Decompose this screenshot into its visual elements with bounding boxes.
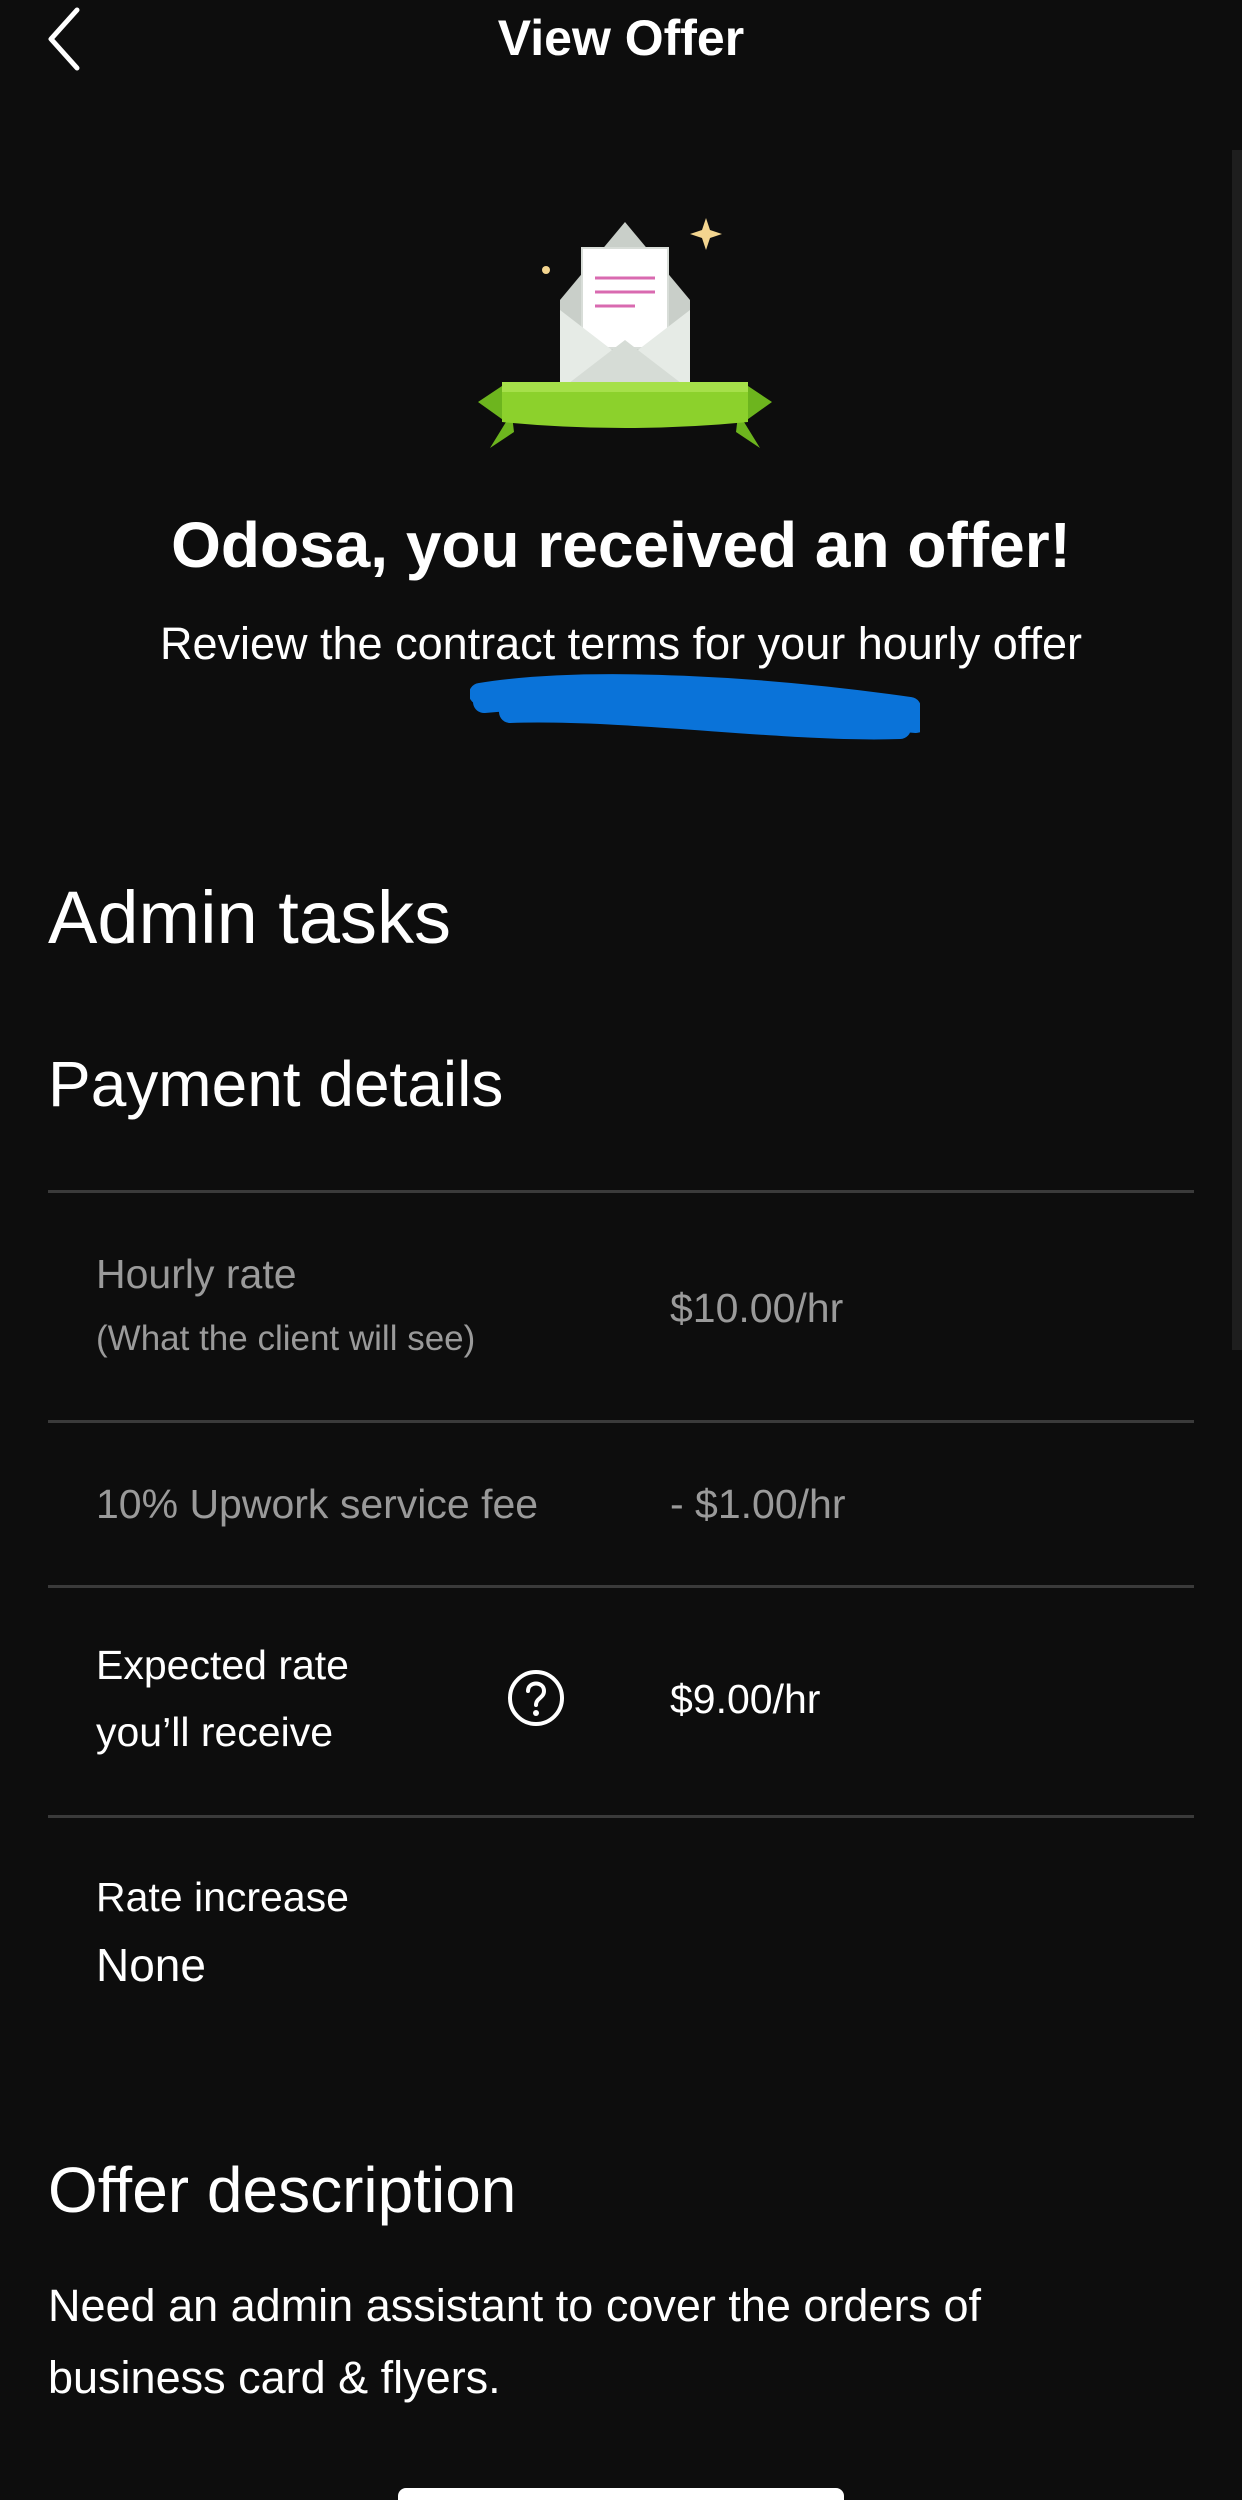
bottom-action-bar[interactable]: [398, 2488, 844, 2500]
hourly-rate-sublabel: (What the client will see): [96, 1319, 476, 1358]
offer-title: Odosa, you received an offer!: [171, 509, 1071, 581]
header: View Offer: [0, 0, 1242, 80]
offer-description-text: Need an admin assistant to cover the ord…: [48, 2280, 982, 2403]
hourly-rate-value: $10.00/hr: [670, 1285, 844, 1331]
question-circle-icon[interactable]: [506, 1668, 566, 1728]
service-fee-value: - $1.00/hr: [670, 1481, 846, 1527]
scrollbar[interactable]: [1232, 150, 1242, 1350]
redaction-scribble: [470, 674, 920, 740]
payment-details-table: Hourly rate (What the client will see) $…: [48, 1190, 1194, 2028]
hourly-rate-row: Hourly rate (What the client will see) $…: [48, 1193, 1194, 1420]
envelope-letter-icon: [478, 218, 772, 448]
payment-details-heading: Payment details: [48, 1048, 504, 1120]
rate-increase-label: Rate increase: [96, 1874, 349, 1920]
offer-subtitle-line1: Review the contract terms for your hourl…: [159, 618, 1083, 669]
expected-rate-label-line2: you’ll receive: [96, 1709, 333, 1755]
service-fee-row: 10% Upwork service fee - $1.00/hr: [48, 1423, 1194, 1585]
job-title: Admin tasks: [48, 876, 452, 959]
expected-rate-value: $9.00/hr: [670, 1676, 821, 1722]
hourly-rate-label: Hourly rate: [96, 1251, 297, 1297]
rate-increase-row: Rate increase None: [48, 1818, 1194, 2028]
service-fee-label: 10% Upwork service fee: [96, 1481, 539, 1527]
expected-rate-row: Expected rate you’ll receive $9.00/hr: [48, 1588, 1194, 1815]
expected-rate-label-line1: Expected rate: [96, 1642, 349, 1688]
rate-increase-value: None: [96, 1939, 206, 1991]
offer-description-heading: Offer description: [48, 2154, 517, 2226]
page-title: View Offer: [497, 10, 745, 66]
